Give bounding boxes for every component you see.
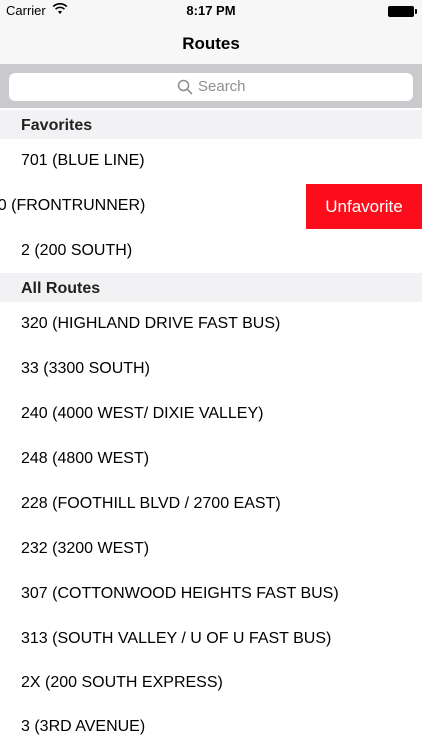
navigation-bar: Routes <box>0 22 422 64</box>
route-label: 750 (FRONTRUNNER) <box>0 197 146 214</box>
status-time: 8:17 PM <box>186 3 236 18</box>
route-label: 320 (HIGHLAND DRIVE FAST BUS) <box>21 315 281 332</box>
route-label: 2 (200 SOUTH) <box>21 242 133 259</box>
route-label: 313 (SOUTH VALLEY / U OF U FAST BUS) <box>21 630 332 647</box>
route-row[interactable]: 320 (HIGHLAND DRIVE FAST BUS) <box>0 302 422 347</box>
route-row[interactable]: 228 (FOOTHILL BLVD / 2700 EAST) <box>0 482 422 527</box>
route-label: 33 (3300 SOUTH) <box>21 360 150 377</box>
route-row[interactable]: 232 (3200 WEST) <box>0 527 422 572</box>
route-row[interactable]: 33 (3300 SOUTH) <box>0 347 422 392</box>
battery-full-icon <box>388 6 417 17</box>
section-title: Favorites <box>21 117 93 134</box>
route-row[interactable]: 3 (3RD AVENUE) <box>0 705 422 750</box>
route-row[interactable]: 2X (200 SOUTH EXPRESS) <box>0 661 422 706</box>
search-bar: Search <box>0 64 422 108</box>
route-label: 701 (BLUE LINE) <box>21 152 145 169</box>
route-label: 228 (FOOTHILL BLVD / 2700 EAST) <box>21 495 281 512</box>
section-header-all-routes: All Routes <box>0 273 422 303</box>
route-label: 232 (3200 WEST) <box>21 540 150 557</box>
search-placeholder: Search <box>198 78 246 95</box>
search-input[interactable]: Search <box>9 73 413 101</box>
status-bar: Carrier 8:17 PM <box>0 0 422 22</box>
route-label: 2X (200 SOUTH EXPRESS) <box>21 674 223 691</box>
route-row[interactable]: 307 (COTTONWOOD HEIGHTS FAST BUS) <box>0 572 422 617</box>
route-row[interactable]: 240 (4000 WEST/ DIXIE VALLEY) <box>0 392 422 437</box>
section-title: All Routes <box>21 280 101 297</box>
route-label: 307 (COTTONWOOD HEIGHTS FAST BUS) <box>21 585 339 602</box>
route-row[interactable]: 248 (4800 WEST) <box>0 437 422 482</box>
unfavorite-button[interactable]: Unfavorite <box>306 184 422 229</box>
page-title: Routes <box>182 34 240 53</box>
search-icon <box>177 79 193 95</box>
route-row[interactable]: 701 (BLUE LINE) <box>0 139 422 184</box>
section-header-favorites: Favorites <box>0 110 422 140</box>
route-row[interactable]: 313 (SOUTH VALLEY / U OF U FAST BUS) <box>0 617 422 662</box>
route-label: 3 (3RD AVENUE) <box>21 718 146 735</box>
route-row[interactable]: 750 (FRONTRUNNER) Unfavorite <box>0 184 422 229</box>
route-label: 248 (4800 WEST) <box>21 450 150 467</box>
route-row[interactable]: 2 (200 SOUTH) <box>0 229 422 274</box>
route-label: 240 (4000 WEST/ DIXIE VALLEY) <box>21 405 264 422</box>
